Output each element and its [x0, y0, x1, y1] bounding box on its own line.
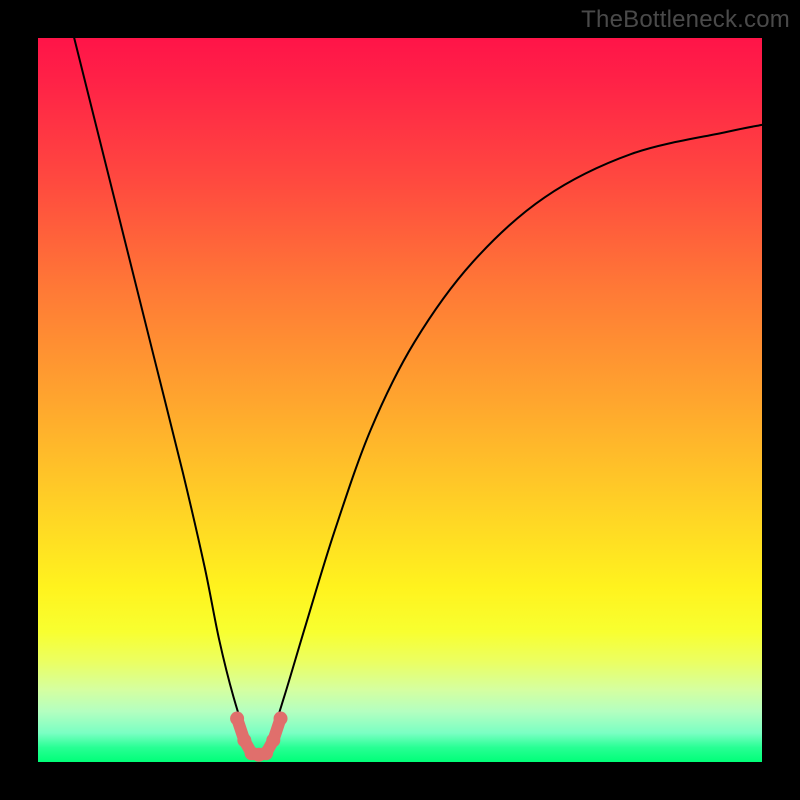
curve-layer [38, 38, 762, 762]
minimum-marker-dot [274, 712, 288, 726]
plot-area [38, 38, 762, 762]
minimum-marker-dot [230, 712, 244, 726]
minimum-marker-dot [237, 733, 251, 747]
chart-frame: TheBottleneck.com [0, 0, 800, 800]
minimum-marker-dot [266, 733, 280, 747]
minimum-markers [230, 712, 287, 762]
bottleneck-curve [74, 38, 762, 755]
watermark-text: TheBottleneck.com [581, 6, 790, 34]
minimum-marker-dot [259, 746, 273, 760]
